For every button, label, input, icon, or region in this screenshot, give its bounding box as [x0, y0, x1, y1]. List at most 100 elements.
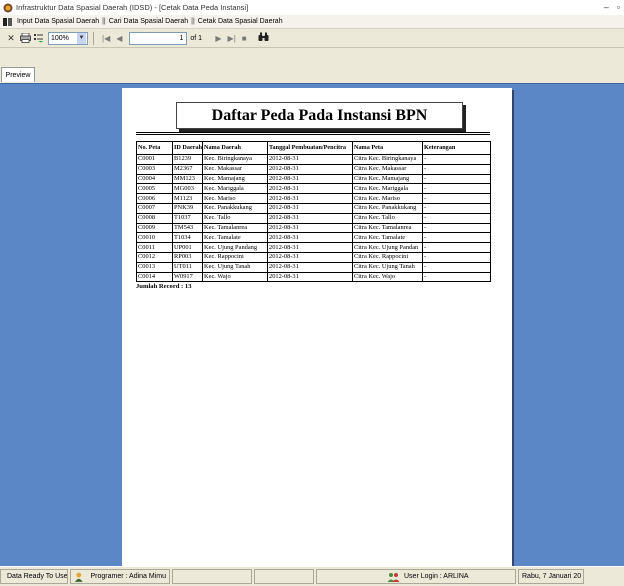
- table-cell: 2012-08-31: [267, 212, 353, 224]
- table-cell: Citra Kec. Wajo: [352, 271, 423, 283]
- table-cell: 2012-08-31: [267, 261, 353, 273]
- export-icon: [34, 34, 43, 43]
- table-cell: C0007: [136, 202, 173, 214]
- table-cell: Citra Kec. Mariggala: [352, 183, 423, 195]
- table-cell: Citra Kec. Ujung Pandan: [352, 242, 423, 253]
- table-cell: -: [422, 193, 491, 204]
- tab-preview[interactable]: Preview: [1, 67, 35, 82]
- minimize-button[interactable]: –: [604, 2, 609, 12]
- statusbar: Data Ready To Use Programer : Adina Mimu…: [0, 566, 624, 586]
- table-cell: -: [422, 242, 491, 253]
- table-cell: C0003: [136, 163, 173, 175]
- table-cell: -: [422, 154, 491, 165]
- zoom-select[interactable]: 100% ▼: [48, 31, 88, 45]
- table-cell: C0014: [136, 271, 173, 283]
- report-table: No. Peta ID Daerah Nama Daerah Tanggal P…: [136, 141, 491, 283]
- table-cell: Kec. Rappocini: [202, 251, 268, 263]
- col-header: Keterangan: [422, 141, 491, 155]
- menu-input-data[interactable]: Input Data Spasial Daerah: [17, 18, 99, 25]
- table-row: C0011 UP001 Kec. Ujung Pandang 2012-08-31 Ci…: [136, 242, 491, 253]
- table-cell: C0012: [136, 251, 173, 263]
- table-cell: -: [422, 271, 491, 283]
- programmer-text: Programer : Adina Mimu: [90, 573, 166, 580]
- next-page-icon[interactable]: ▶: [215, 34, 221, 43]
- table-cell: T1037: [172, 212, 203, 224]
- table-cell: Kec. Ujung Pandang: [202, 242, 268, 253]
- table-row: C0014 W0917 Kec. Wajo 2012-08-31 Citra Kec. …: [136, 271, 491, 283]
- table-cell: Kec. Mamajang: [202, 173, 268, 185]
- user-login-text: User Login : ARLINA: [404, 573, 469, 580]
- menu-app-icon: [3, 17, 12, 26]
- menu-cari-data[interactable]: Cari Data Spasial Daerah: [109, 18, 188, 25]
- table-cell: -: [422, 212, 491, 224]
- table-cell: Kec. Wajo: [202, 271, 268, 283]
- print-button[interactable]: [18, 31, 32, 45]
- table-cell: -: [422, 183, 491, 195]
- binoculars-icon[interactable]: [258, 32, 269, 45]
- table-cell: Citra Kec. Tamalanrea: [352, 222, 423, 234]
- restore-button[interactable]: ▫: [617, 2, 620, 12]
- table-cell: UT011: [172, 261, 203, 273]
- table-cell: 2012-08-31: [267, 193, 353, 204]
- table-cell: -: [422, 261, 491, 273]
- page-count-label: of 1: [190, 34, 203, 42]
- first-page-icon[interactable]: |◀: [102, 34, 110, 43]
- table-row: C0012 RP003 Kec. Rappocini 2012-08-31 Citra …: [136, 251, 491, 263]
- col-header: Nama Daerah: [202, 141, 268, 155]
- users-icon: [387, 572, 400, 582]
- table-cell: 2012-08-31: [267, 154, 353, 165]
- table-cell: Citra Kec. Ujung Tanah: [352, 261, 423, 273]
- table-cell: W0917: [172, 271, 203, 283]
- report-title-box: Daftar Peda Pada Instansi BPN: [176, 102, 463, 129]
- table-cell: Kec. Makassar: [202, 163, 268, 175]
- table-cell: Kec. Biringkanaya: [202, 154, 268, 165]
- window-title: Infrastruktur Data Spasial Daerah (IDSD)…: [16, 3, 249, 12]
- table-cell: Kec. Tallo: [202, 212, 268, 224]
- table-cell: -: [422, 222, 491, 234]
- table-cell: Kec. Ujung Tanah: [202, 261, 268, 273]
- date-text: Rabu, 7 Januari 20: [522, 573, 582, 580]
- table-cell: Citra Kec. Panakkukang: [352, 202, 423, 214]
- table-row: C0013 UT011 Kec. Ujung Tanah 2012-08-31 Citr…: [136, 261, 491, 273]
- table-cell: -: [422, 232, 491, 244]
- stop-icon[interactable]: ■: [242, 34, 247, 43]
- table-cell: T1034: [172, 232, 203, 244]
- table-cell: Kec. Tamalanrea: [202, 222, 268, 234]
- table-cell: 2012-08-31: [267, 183, 353, 195]
- empty-panel: [254, 569, 314, 584]
- chevron-down-icon[interactable]: ▼: [77, 32, 86, 44]
- table-cell: 2012-08-31: [267, 242, 353, 253]
- report-title: Daftar Peda Pada Instansi BPN: [211, 106, 428, 124]
- table-cell: C0004: [136, 173, 173, 185]
- export-button[interactable]: [32, 31, 46, 45]
- table-cell: Citra Kec. Mamajang: [352, 173, 423, 185]
- window-controls: – ▫: [604, 2, 620, 12]
- menu-cetak-data[interactable]: Cetak Data Spasial Daerah: [198, 18, 283, 25]
- table-row: C0009 TM543 Kec. Tamalanrea 2012-08-31 Citra…: [136, 222, 491, 234]
- table-cell: 2012-08-31: [267, 251, 353, 263]
- table-row: C0001 B1239 Kec. Biringkanaya 2012-08-31 Cit…: [136, 154, 491, 165]
- previous-page-icon[interactable]: ◀: [116, 34, 122, 43]
- user-panel: User Login : ARLINA: [316, 569, 516, 584]
- table-cell: B1239: [172, 154, 203, 165]
- table-cell: C0010: [136, 232, 173, 244]
- table-row: C0004 MM123 Kec. Mamajang 2012-08-31 Citra K…: [136, 173, 491, 185]
- last-page-icon[interactable]: ▶|: [228, 34, 236, 43]
- menubar: Input Data Spasial Daerah || Cari Data S…: [0, 15, 624, 29]
- table-cell: C0005: [136, 183, 173, 195]
- title-rule: [136, 134, 490, 135]
- table-cell: 2012-08-31: [267, 202, 353, 214]
- date-panel: Rabu, 7 Januari 20: [518, 569, 584, 584]
- table-row: C0010 T1034 Kec. Tamalate 2012-08-31 Citra K…: [136, 232, 491, 244]
- table-cell: -: [422, 163, 491, 175]
- app-icon: [3, 3, 13, 12]
- table-cell: 2012-08-31: [267, 173, 353, 185]
- page-number-input[interactable]: 1: [129, 31, 188, 45]
- record-count: Jumlah Record : 13: [136, 283, 192, 290]
- table-cell: UP001: [172, 242, 203, 253]
- table-cell: Citra Kec. Rappocini: [352, 251, 423, 263]
- window-titlebar: Infrastruktur Data Spasial Daerah (IDSD)…: [0, 0, 624, 15]
- user-icon: [74, 572, 83, 582]
- close-report-button[interactable]: ✕: [4, 31, 18, 45]
- col-header: ID Daerah: [172, 141, 203, 155]
